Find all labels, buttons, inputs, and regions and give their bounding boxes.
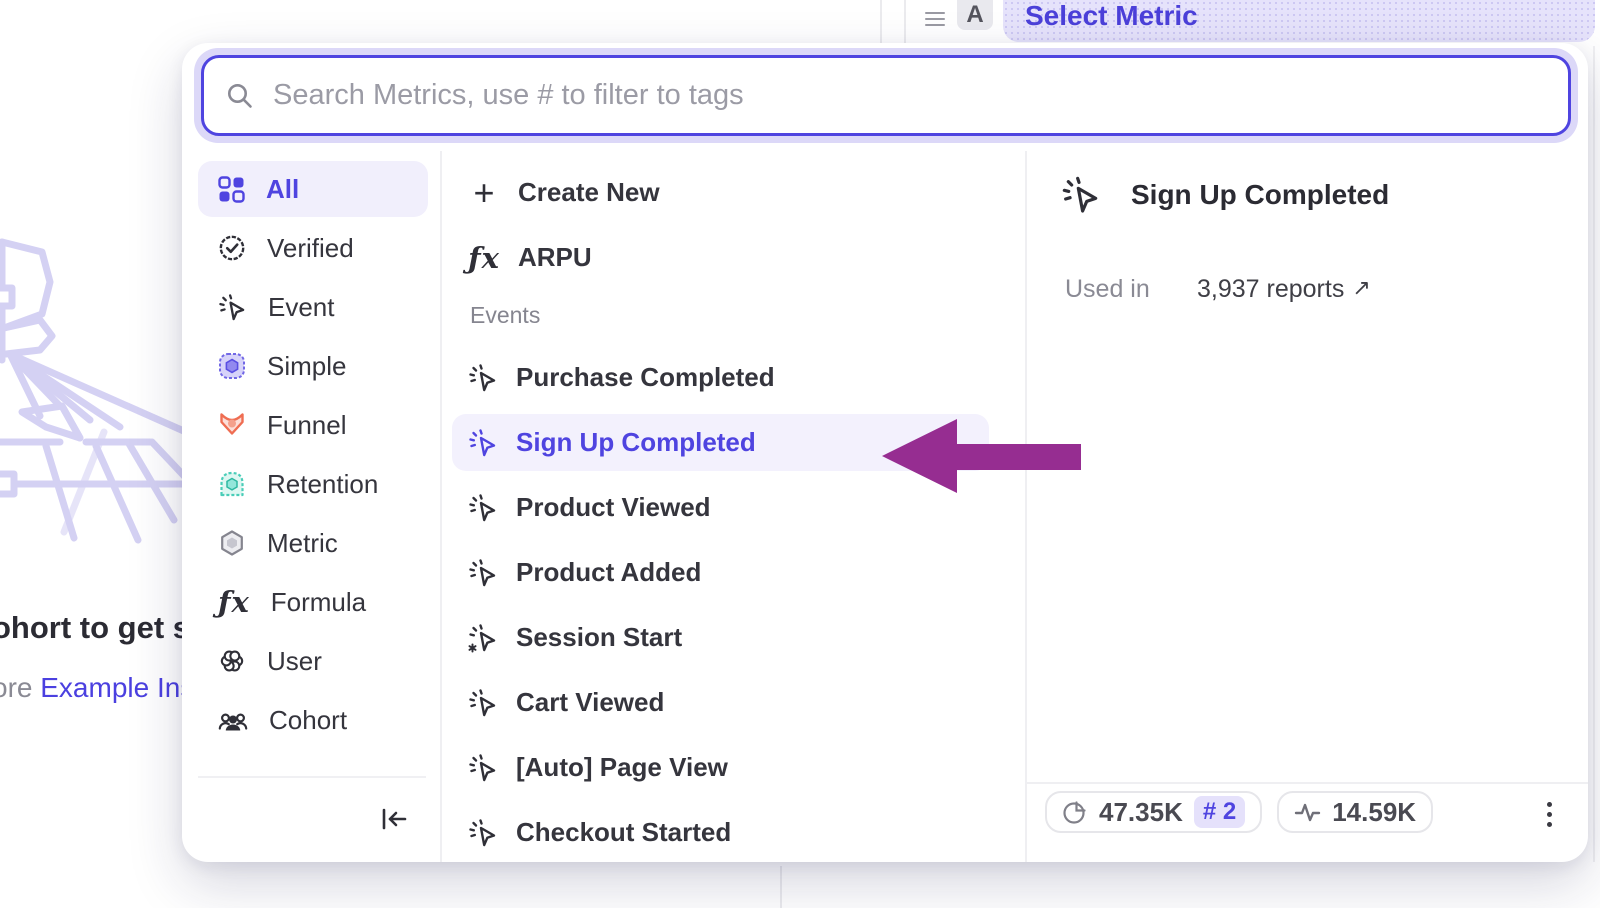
formula-icon: ƒx <box>218 585 250 619</box>
annotation-arrow <box>870 405 1090 505</box>
list-item-label: Cart Viewed <box>516 687 664 718</box>
sidebar-item-label: User <box>267 646 322 677</box>
list-item-auto-page-view[interactable]: [Auto] Page View <box>452 739 989 796</box>
event-icon <box>468 493 498 523</box>
metric-type-sidebar: All Verified Event <box>182 151 442 862</box>
formula-icon: ƒx <box>468 241 500 275</box>
sidebar-item-formula[interactable]: ƒx Formula <box>198 574 428 630</box>
total-count-chip[interactable]: 47.35K # 2 <box>1045 791 1262 833</box>
list-item-label: Checkout Started <box>516 817 731 848</box>
list-item-label: Purchase Completed <box>516 362 775 393</box>
select-metric-row[interactable]: Select Metric <box>1003 0 1595 42</box>
used-in-row: Used in 3,937 reports ↗ <box>1049 275 1566 304</box>
list-item-label: Product Added <box>516 557 701 588</box>
bg-panel-divider <box>904 0 906 43</box>
more-options-button[interactable] <box>1532 797 1566 831</box>
collapse-sidebar-button[interactable] <box>372 799 416 839</box>
sidebar-item-label: Metric <box>267 528 338 559</box>
bg-page-edge <box>1593 46 1595 862</box>
list-item-purchase-completed[interactable]: Purchase Completed <box>452 349 989 406</box>
sidebar-item-label: All <box>266 174 299 205</box>
event-icon <box>468 818 498 848</box>
wireframe-illustration <box>0 220 188 560</box>
sidebar-item-retention[interactable]: Retention <box>198 456 428 512</box>
search-field[interactable] <box>201 55 1571 136</box>
sidebar-item-verified[interactable]: Verified <box>198 220 428 276</box>
event-icon <box>468 363 498 393</box>
list-item-arpu[interactable]: ƒx ARPU <box>452 229 989 286</box>
activity-count-chip[interactable]: 14.59K <box>1277 791 1433 833</box>
sidebar-divider <box>198 776 426 778</box>
collapse-left-icon <box>379 805 409 833</box>
event-icon <box>468 753 498 783</box>
list-item-label: ARPU <box>518 242 592 273</box>
list-item-label: Sign Up Completed <box>516 427 756 458</box>
bg-subtext-prefix: ore <box>0 672 40 703</box>
metric-detail-panel: Sign Up Completed Used in 3,937 reports … <box>1027 151 1588 862</box>
user-icon <box>218 647 246 675</box>
event-icon <box>468 688 498 718</box>
pie-chart-icon <box>1062 799 1088 825</box>
list-item-label: Session Start <box>516 622 682 653</box>
used-in-reports-link[interactable]: 3,937 reports <box>1197 275 1344 304</box>
event-icon <box>1061 175 1101 215</box>
simple-icon <box>218 352 246 380</box>
sidebar-item-all[interactable]: All <box>198 161 428 217</box>
bg-panel-divider <box>780 866 782 908</box>
search-icon <box>226 82 253 109</box>
bg-panel-divider <box>880 0 882 43</box>
metric-icon <box>218 529 246 557</box>
sidebar-item-label: Formula <box>271 587 366 618</box>
cohort-icon <box>218 705 248 735</box>
metric-letter-badge: A <box>957 0 993 30</box>
metric-list: + Create New ƒx ARPU Events Purchase Com… <box>442 151 1027 862</box>
sidebar-item-label: Retention <box>267 469 378 500</box>
event-icon <box>468 558 498 588</box>
event-star-icon <box>468 623 498 653</box>
funnel-icon <box>218 411 246 439</box>
verified-icon <box>218 234 246 262</box>
sidebar-item-event[interactable]: Event <box>198 279 428 335</box>
list-item-label: [Auto] Page View <box>516 752 728 783</box>
list-item-label: Product Viewed <box>516 492 711 523</box>
metric-slot-row: A Select Metric <box>925 0 1595 42</box>
used-in-label: Used in <box>1065 275 1197 304</box>
example-insights-link[interactable]: Example Ins <box>40 672 194 703</box>
sidebar-item-label: Funnel <box>267 410 347 441</box>
sidebar-item-metric[interactable]: Metric <box>198 515 428 571</box>
create-new-label: Create New <box>518 177 660 208</box>
list-item-cart-viewed[interactable]: Cart Viewed <box>452 674 989 731</box>
list-item-product-added[interactable]: Product Added <box>452 544 989 601</box>
chip-value: 14.59K <box>1332 797 1416 828</box>
events-section-label: Events <box>470 302 989 329</box>
grid-icon <box>218 176 245 203</box>
create-new-button[interactable]: + Create New <box>452 164 989 221</box>
detail-title: Sign Up Completed <box>1131 179 1389 211</box>
search-input[interactable] <box>273 79 1546 112</box>
select-metric-label: Select Metric <box>1025 1 1198 31</box>
event-icon <box>468 428 498 458</box>
sidebar-item-funnel[interactable]: Funnel <box>198 397 428 453</box>
chip-value: 47.35K <box>1099 797 1183 828</box>
sidebar-item-label: Event <box>268 292 335 323</box>
list-item-session-start[interactable]: Session Start <box>452 609 989 666</box>
rank-badge: # 2 <box>1194 796 1245 828</box>
sidebar-item-user[interactable]: User <box>198 633 428 689</box>
event-icon <box>218 293 247 322</box>
list-item-checkout-started[interactable]: Checkout Started <box>452 804 989 861</box>
sidebar-item-label: Simple <box>267 351 346 382</box>
drag-handle-icon[interactable] <box>925 8 945 30</box>
page-background: A Select Metric ohort to get s ore Examp… <box>0 0 1600 908</box>
detail-footer: 47.35K # 2 14.59K <box>1027 782 1588 862</box>
plus-icon: + <box>468 178 500 208</box>
sidebar-item-label: Verified <box>267 233 354 264</box>
sidebar-item-simple[interactable]: Simple <box>198 338 428 394</box>
external-link-icon: ↗ <box>1352 275 1370 304</box>
sidebar-item-cohort[interactable]: Cohort <box>198 692 428 748</box>
sidebar-item-label: Cohort <box>269 705 347 736</box>
pulse-icon <box>1294 799 1321 826</box>
search-focus-ring <box>194 48 1578 143</box>
retention-icon <box>218 470 246 498</box>
